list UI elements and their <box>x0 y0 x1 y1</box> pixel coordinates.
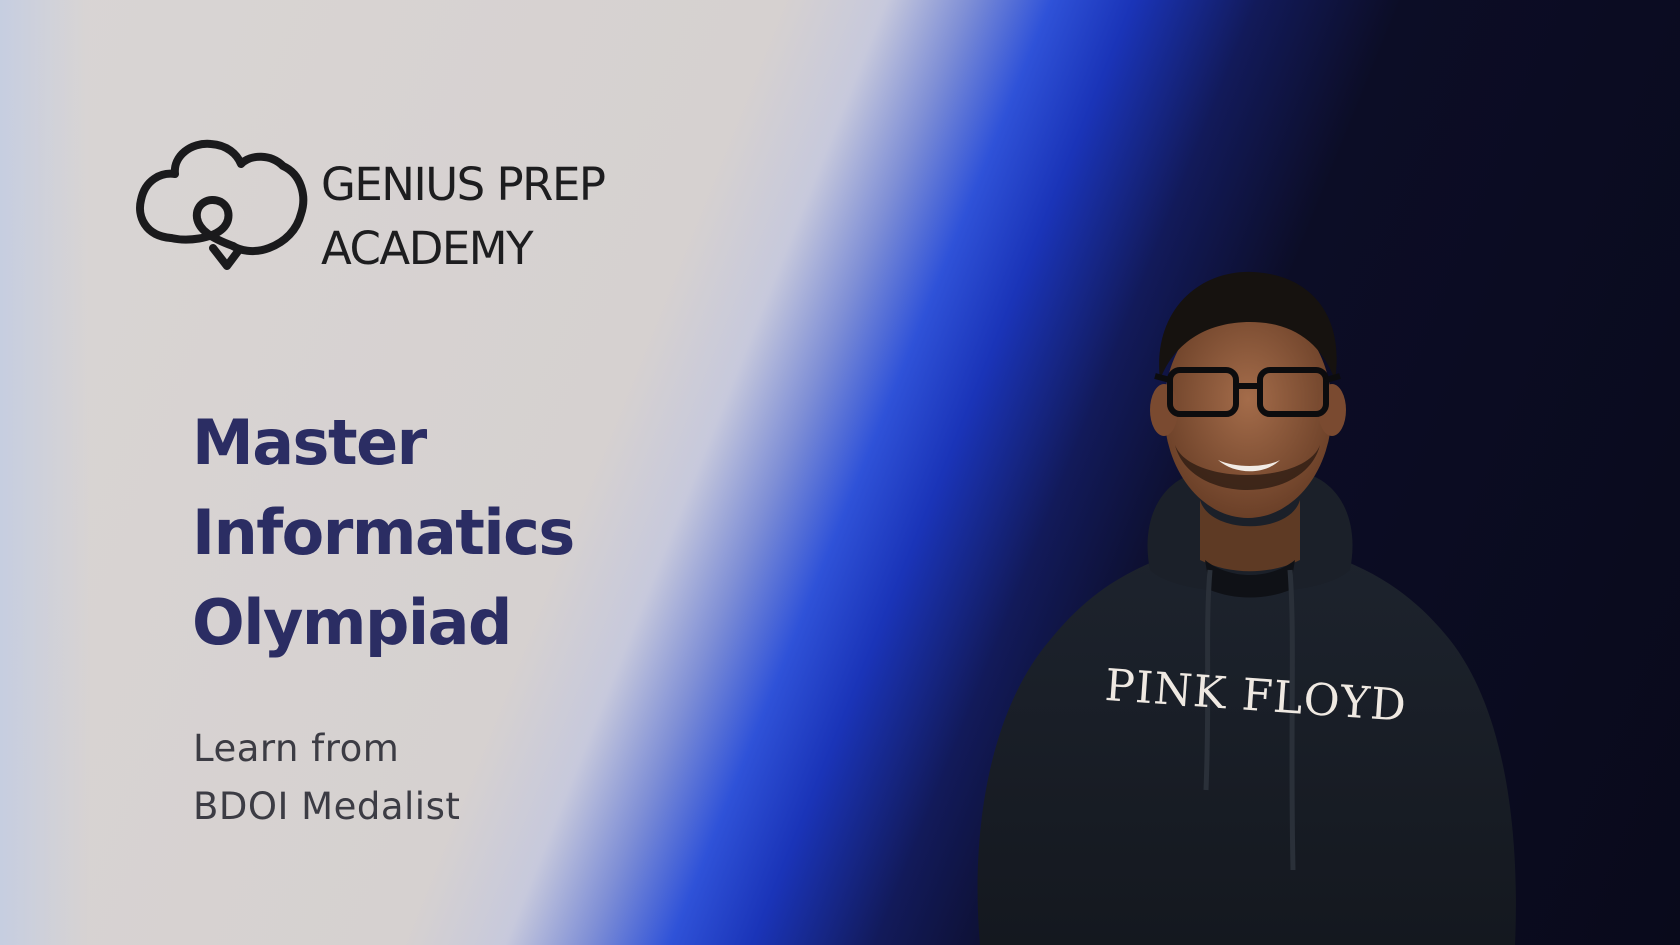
left-glow <box>0 0 90 945</box>
logo-line-1: GENIUS PREP <box>321 158 606 211</box>
subtitle: Learn from BDOI Medalist <box>193 720 460 836</box>
headline-line-2: Informatics <box>192 496 575 569</box>
headline-line-3: Olympiad <box>192 586 512 659</box>
hoodie <box>977 555 1516 945</box>
logo-wordmark: GENIUS PREP ACADEMY <box>321 153 606 281</box>
headline-line-1: Master <box>192 406 427 479</box>
banner: GENIUS PREP ACADEMY Master Informatics O… <box>0 0 1680 945</box>
instructor-portrait: PINK FLOYD <box>977 271 1516 945</box>
brain-outline-icon <box>136 139 308 270</box>
headline: Master Informatics Olympiad <box>192 398 575 668</box>
academy-logo: GENIUS PREP ACADEMY <box>135 138 635 288</box>
subtitle-line-1: Learn from <box>193 727 400 770</box>
subtitle-line-2: BDOI Medalist <box>193 785 461 828</box>
logo-line-2: ACADEMY <box>321 222 534 275</box>
